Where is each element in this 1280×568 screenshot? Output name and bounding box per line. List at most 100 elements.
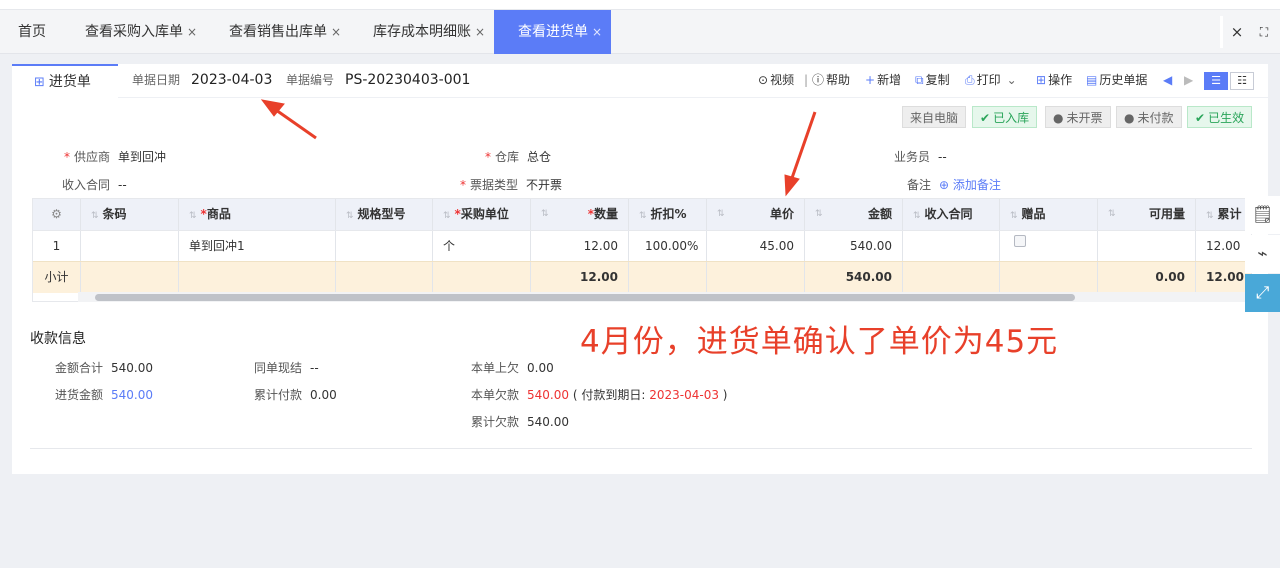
doc-no-value: PS-20230403-001 [345,72,471,88]
owed-field: 本单欠款 540.00 ( 付款到期日: 2023-04-03 ) [471,388,728,402]
contract-field[interactable]: 收入合同 -- [62,176,127,193]
sort-icon: ⇅ [189,211,197,221]
status-badge: ✔ 已入库 [972,106,1038,128]
column-settings-icon[interactable]: ⚙ [33,199,81,230]
sort-icon: ⇅ [1010,211,1018,221]
help-button[interactable]: ⓘ 帮助 [812,64,850,96]
cell-cumulative: 12.00 [1196,231,1251,262]
subtotal-label: 小计 [33,262,81,293]
date-value: 2023-04-03 [191,72,273,88]
column-header-unit[interactable]: ⇅ *采购单位 [433,199,531,230]
sort-icon: ⇅ [541,209,549,219]
column-header-gift[interactable]: ⇅ 赠品 [1000,199,1098,230]
tab-purchase-order[interactable]: 查看进货单 × [494,10,611,54]
date-label: 单据日期 [132,73,181,87]
salesman-field[interactable]: 业务员 -- [894,148,947,165]
column-header-available[interactable]: ⇅ 可用量 [1098,199,1196,230]
cell-discount[interactable]: 100.00% [629,231,707,262]
header-divider [118,97,1268,98]
cash-settle-field: 同单现结 -- [254,361,319,375]
right-rail: 🗒 ⌁ ⤢ [1245,196,1280,312]
column-header-contract[interactable]: ⇅ 收入合同 [903,199,1000,230]
printer-icon: ⎙ [965,73,975,87]
payment-section-title: 收款信息 [30,331,86,347]
column-header-cumulative[interactable]: ⇅ 累计 [1196,199,1251,230]
document-icon: ▤ [1086,73,1098,87]
cumulative-owed-field: 累计欠款 540.00 [471,415,570,429]
operate-button[interactable]: ⊞ 操作 [1036,64,1072,96]
document-header: ⊞ 进货单 单据日期 2023-04-03 单据编号 PS-20230403-00… [12,64,1268,98]
video-button[interactable]: ⊙ 视频 [758,64,794,96]
info-icon: ● [1124,111,1135,125]
supplier-field[interactable]: * 供应商 单到回冲 [64,148,166,165]
gift-checkbox[interactable] [1014,234,1026,247]
print-button[interactable]: ⎙ 打印 ⌄ [965,64,1017,96]
table-row[interactable]: 1 单到回冲1 个 12.00 100.00% 45.00 540.00 12.… [33,230,1251,262]
subtotal-cumulative: 12.00 [1196,262,1251,293]
column-header-amount[interactable]: ⇅ 金额 [805,199,903,230]
cell-contract[interactable] [903,231,1000,262]
attachment-icon[interactable]: ⌁ [1245,235,1280,273]
invoice-type-field[interactable]: * 票据类型 不开票 [460,176,562,193]
scrollbar-thumb[interactable] [95,294,1075,301]
warehouse-field[interactable]: * 仓库 总仓 [485,148,551,165]
tab-inventory-cost-ledger[interactable]: 库存成本明细账 × [373,10,485,54]
cell-unit[interactable]: 个 [433,231,531,262]
list-view-icon[interactable]: ☰ [1204,72,1228,90]
sort-icon: ⇅ [443,211,451,221]
chart-icon: ⊞ [34,75,45,90]
row-index: 1 [33,231,81,262]
grid-icon: ⊞ [1036,73,1047,87]
next-arrow-icon[interactable]: ▶ [1184,64,1193,96]
cell-amount[interactable]: 540.00 [805,231,903,262]
expand-icon[interactable]: ⤢ [1245,274,1280,312]
close-icon[interactable]: × [592,25,602,39]
copy-icon: ⧉ [915,73,924,87]
fullscreen-icon[interactable]: ⛶ [1250,10,1278,54]
status-badge: ● 未付款 [1116,106,1182,128]
close-icon[interactable]: × [475,25,485,39]
previous-owed-field: 本单上欠 0.00 [471,361,554,375]
cell-product[interactable]: 单到回冲1 [179,231,336,262]
column-header-product[interactable]: ⇅ *商品 [179,199,336,230]
column-header-barcode[interactable]: ⇅ 条码 [81,199,179,230]
history-button[interactable]: ▤ 历史单据 [1086,64,1147,96]
plus-circle-icon: ⊕ [939,178,950,192]
tab-sales-outbound[interactable]: 查看销售出库单 × [229,10,341,54]
sort-icon: ⇅ [1206,211,1214,221]
column-header-qty[interactable]: ⇅ *数量 [531,199,629,230]
info-icon: ● [1053,111,1064,125]
status-badge: ● 未开票 [1045,106,1111,128]
doc-title-tab[interactable]: ⊞ 进货单 [12,64,118,98]
subtotal-amount: 540.00 [805,262,903,293]
subtotal-available: 0.00 [1098,262,1196,293]
top-strip [0,0,1280,10]
notes-icon[interactable]: 🗒 [1245,196,1280,234]
add-remark-link[interactable]: ⊕ 添加备注 [939,178,1001,192]
cell-qty[interactable]: 12.00 [531,231,629,262]
sort-icon: ⇅ [639,211,647,221]
tab-home[interactable]: 首页 [18,10,46,54]
card-view-icon[interactable]: ☷ [1230,72,1254,90]
column-header-discount[interactable]: ⇅ 折扣% [629,199,707,230]
copy-button[interactable]: ⧉ 复制 [915,64,950,96]
cell-barcode[interactable] [81,231,179,262]
close-icon[interactable]: × [331,25,341,39]
cell-price[interactable]: 45.00 [707,231,805,262]
sort-icon: ⇅ [815,209,823,219]
prev-arrow-icon[interactable]: ◀ [1163,64,1172,96]
cell-spec[interactable] [336,231,433,262]
chevron-down-icon[interactable]: ⌄ [1007,73,1017,87]
table-header-row: ⚙ ⇅ 条码 ⇅ *商品 ⇅ 规格型号 ⇅ *采购单位 ⇅ *数量 ⇅ 折扣% ⇅ 单价 ⇅ 金… [33,199,1251,230]
close-icon[interactable]: × [1223,10,1251,54]
column-header-spec[interactable]: ⇅ 规格型号 [336,199,433,230]
column-header-price[interactable]: ⇅ 单价 [707,199,805,230]
check-icon: ✔ [1195,111,1206,125]
close-icon[interactable]: × [187,25,197,39]
annotation-text: 4月份，进货单确认了单价为45元 [580,324,1059,360]
add-button[interactable]: + 新增 [865,64,901,96]
help-icon: ⓘ [812,73,825,87]
remark-field: 备注 ⊕ 添加备注 [907,178,1001,192]
doc-no-label: 单据编号 [286,73,335,87]
tab-purchase-receipt[interactable]: 查看采购入库单 × [85,10,197,54]
